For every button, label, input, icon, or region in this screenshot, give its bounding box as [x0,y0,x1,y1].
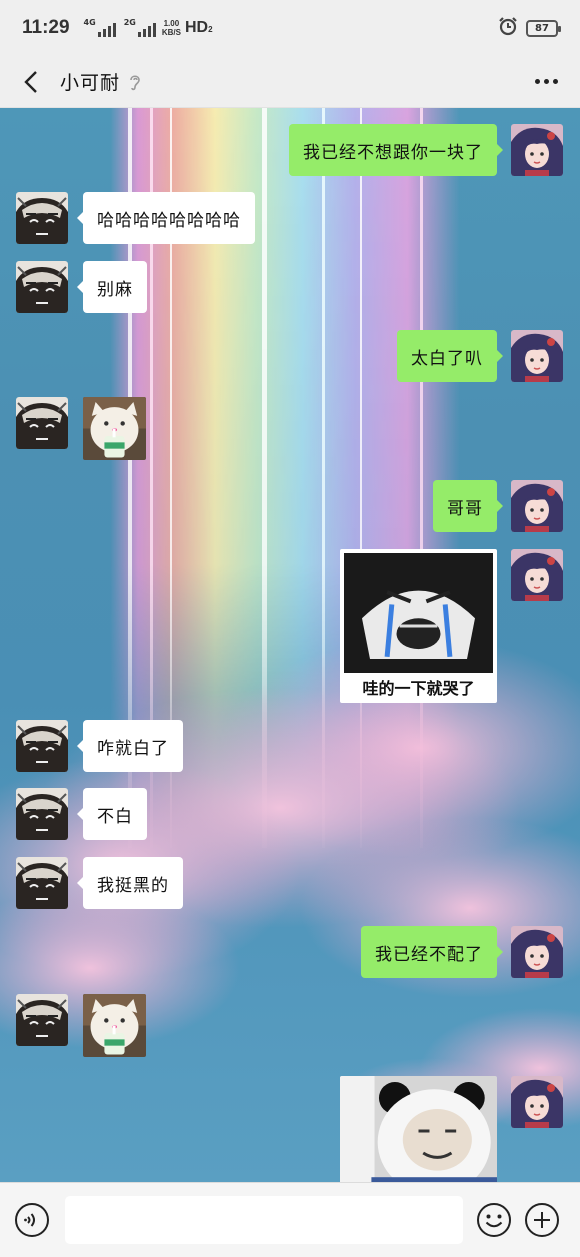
speed-value: 1.00 [163,19,180,28]
hd-label: HD [184,19,209,36]
voice-button[interactable] [13,1201,51,1239]
contact-avatar[interactable] [16,261,68,313]
hd-sub: 2 [208,25,213,34]
back-button[interactable] [16,67,46,97]
alarm-clock-icon [498,16,518,40]
incoming-message-bubble[interactable]: 别麻 [77,261,147,313]
plus-button[interactable] [523,1201,561,1239]
more-button[interactable] [528,67,564,97]
emoji-button[interactable] [475,1201,513,1239]
chevron-left-icon [24,70,37,93]
signal-4g: 4G [84,19,116,37]
contact-avatar[interactable] [16,397,68,449]
contact-avatar[interactable] [16,857,68,909]
my-avatar[interactable] [511,330,563,382]
ear-icon [128,72,142,92]
battery-level: 87 [535,22,549,34]
outgoing-message-bubble[interactable]: 我已经不配了 [361,926,503,978]
contact-avatar[interactable] [16,720,68,772]
signal-bars-icon [137,23,156,37]
chat-area[interactable]: 我已经不想跟你一块了 哈哈哈哈哈哈哈哈 别麻太白了叭哥哥哇的一下就哭了咋就白了不白我… [0,108,580,1182]
speed-unit: KB/S [161,28,181,37]
cat-drinking-sticker[interactable] [83,397,146,460]
status-time: 11:29 [22,17,70,38]
cat-drinking-sticker[interactable] [83,994,146,1057]
my-avatar[interactable] [511,926,563,978]
incoming-message-bubble[interactable]: 不白 [77,788,147,840]
contact-avatar[interactable] [16,192,68,244]
message-input-field[interactable] [65,1196,463,1244]
net2-tag: 2G [123,18,136,27]
plus-icon [525,1203,559,1237]
contact-avatar[interactable] [16,994,68,1046]
crying-face-sticker[interactable]: 哇的一下就哭了 [340,549,497,703]
contact-avatar[interactable] [16,788,68,840]
my-avatar[interactable] [511,124,563,176]
incoming-message-bubble[interactable]: 哈哈哈哈哈哈哈哈 [77,192,255,244]
incoming-message-bubble[interactable]: 咋就白了 [77,720,183,772]
my-avatar[interactable] [511,549,563,601]
signal-bars-icon [97,23,116,37]
outgoing-message-bubble[interactable]: 太白了叭 [397,330,503,382]
signal-2g: 2G [124,19,156,37]
chat-title[interactable]: 小可耐 [60,68,120,95]
battery-icon: 87 [526,19,561,37]
network-speed: 1.00 KB/S [162,19,181,37]
more-dots-icon [534,79,540,84]
input-bar [0,1182,580,1257]
net1-tag: 4G [83,18,96,27]
my-avatar[interactable] [511,1076,563,1128]
my-avatar[interactable] [511,480,563,532]
incoming-message-bubble[interactable]: 我挺黑的 [77,857,183,909]
emoji-icon [477,1203,511,1237]
status-bar: 11:29 4G 2G 1.00 KB/S HD2 87 [0,0,580,56]
voice-input-icon [15,1203,49,1237]
network-indicators: 4G 2G [84,19,156,37]
chat-header: 小可耐 [0,56,580,108]
panda-face-sticker[interactable] [340,1076,497,1182]
sticker-caption: 哇的一下就哭了 [362,679,474,698]
status-right: 87 [498,16,561,40]
hd-indicator: HD2 [185,19,213,37]
message-input[interactable] [65,1196,463,1244]
outgoing-message-bubble[interactable]: 哥哥 [433,480,503,532]
outgoing-message-bubble[interactable]: 我已经不想跟你一块了 [289,124,503,176]
